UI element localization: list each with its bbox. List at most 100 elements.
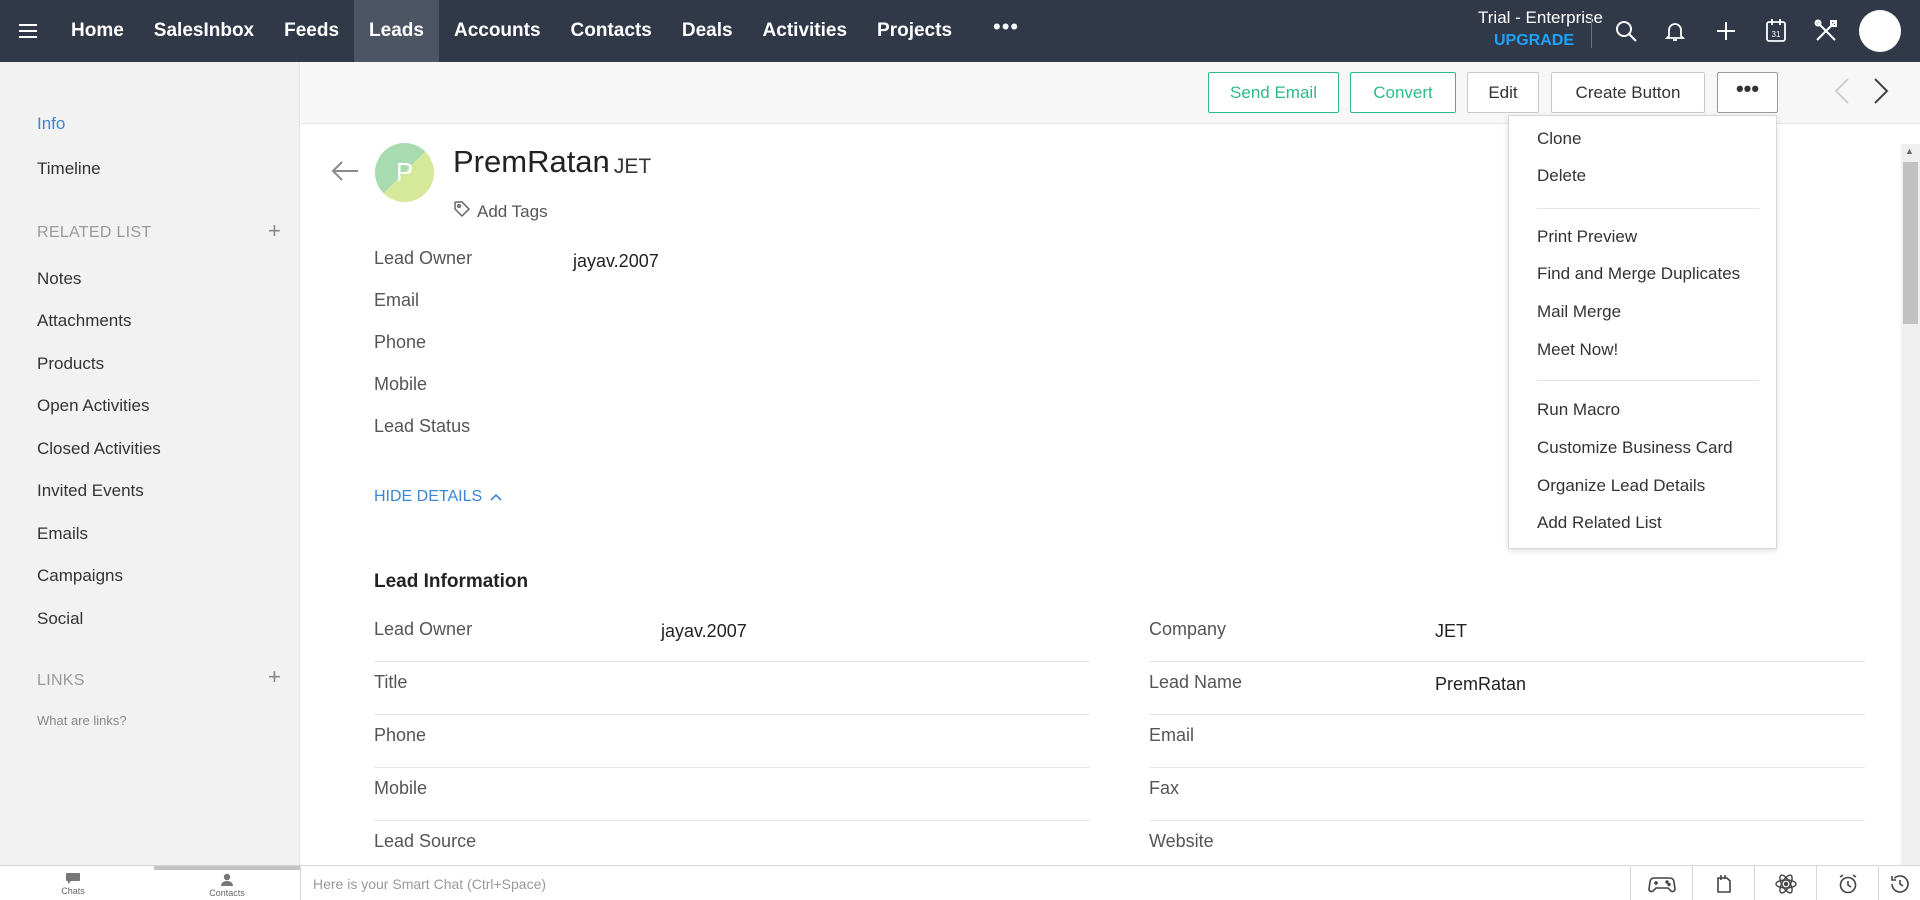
menu-item-clone[interactable]: Clone (1537, 129, 1581, 149)
menu-item-print-preview[interactable]: Print Preview (1537, 227, 1637, 247)
field-label: Website (1149, 831, 1214, 851)
summary-label-lead-owner: Lead Owner (374, 248, 473, 268)
contacts-tab[interactable]: Contacts (154, 866, 300, 900)
field-row-mobile: Mobile (374, 768, 1090, 821)
nav-item-leads[interactable]: Leads (354, 0, 439, 62)
add-link-icon[interactable]: + (268, 666, 281, 688)
sidebar-item-open-activities[interactable]: Open Activities (37, 396, 149, 416)
user-avatar[interactable] (1859, 10, 1901, 52)
field-label: Company (1149, 619, 1227, 639)
atom-icon[interactable] (1754, 866, 1816, 900)
calendar-icon[interactable]: 31 (1758, 13, 1794, 49)
field-value[interactable]: jayav.2007 (661, 621, 747, 642)
trial-info: Trial - Enterprise UPGRADE (1478, 8, 1604, 50)
sidebar-item-emails[interactable]: Emails (37, 524, 88, 544)
nav-item-home[interactable]: Home (56, 0, 139, 62)
more-actions-menu: Clone Delete Print Preview Find and Merg… (1508, 115, 1777, 549)
sidebar-item-campaigns[interactable]: Campaigns (37, 566, 123, 586)
menu-item-delete[interactable]: Delete (1537, 166, 1586, 186)
chat-bubble-icon (65, 872, 81, 886)
field-value[interactable]: PremRatan (1435, 674, 1526, 695)
lead-information-title: Lead Information (374, 571, 529, 592)
nav-item-activities[interactable]: Activities (748, 0, 862, 62)
chats-tab-label: Chats (61, 885, 85, 896)
bell-icon[interactable] (1657, 13, 1693, 49)
nav-item-feeds[interactable]: Feeds (269, 0, 354, 62)
back-arrow-icon[interactable] (331, 156, 359, 190)
field-label: Lead Owner (374, 619, 473, 639)
field-label: Fax (1149, 778, 1180, 798)
send-email-button[interactable]: Send Email (1208, 72, 1339, 113)
nav-item-projects[interactable]: Projects (862, 0, 967, 62)
tag-icon (453, 200, 471, 223)
alarm-clock-icon[interactable] (1816, 866, 1878, 900)
menu-item-run-macro[interactable]: Run Macro (1537, 400, 1620, 420)
convert-button[interactable]: Convert (1350, 72, 1456, 113)
nav-item-deals[interactable]: Deals (667, 0, 748, 62)
trial-label: Trial - Enterprise (1478, 8, 1604, 27)
field-label: Email (1149, 725, 1195, 745)
lead-name: PremRatan (453, 144, 610, 179)
summary-label-mobile: Mobile (374, 374, 428, 394)
search-icon[interactable] (1608, 13, 1644, 49)
hamburger-menu-icon[interactable] (0, 0, 56, 62)
field-value[interactable]: JET (1435, 621, 1467, 642)
menu-item-mail-merge[interactable]: Mail Merge (1537, 302, 1621, 322)
sidebar-item-invited-events[interactable]: Invited Events (37, 481, 144, 501)
sidebar-item-notes[interactable]: Notes (37, 269, 81, 289)
menu-item-add-related-list[interactable]: Add Related List (1537, 513, 1662, 533)
related-list-heading: RELATED LIST (37, 224, 152, 241)
scroll-up-arrow-icon[interactable]: ▲ (1905, 146, 1914, 156)
menu-item-find-merge-duplicates[interactable]: Find and Merge Duplicates (1537, 264, 1740, 284)
add-tags-button[interactable]: Add Tags (453, 200, 548, 223)
sidebar-item-timeline[interactable]: Timeline (37, 159, 101, 179)
nav-more-button[interactable]: ••• (967, 0, 1045, 62)
plus-icon[interactable] (1708, 13, 1744, 49)
svg-text:31: 31 (1772, 30, 1781, 39)
hide-details-toggle[interactable]: HIDE DETAILS (374, 488, 502, 506)
person-icon (220, 873, 234, 888)
sidebar-item-products[interactable]: Products (37, 354, 104, 374)
chevron-up-icon (490, 488, 502, 506)
menu-divider (1537, 380, 1759, 381)
history-icon[interactable] (1878, 866, 1920, 900)
next-record-icon[interactable] (1873, 77, 1889, 111)
sidebar-item-social[interactable]: Social (37, 609, 83, 629)
menu-item-customize-business-card[interactable]: Customize Business Card (1537, 438, 1733, 458)
field-row-email: Email (1149, 715, 1865, 768)
menu-item-organize-lead-details[interactable]: Organize Lead Details (1537, 476, 1705, 496)
more-actions-button[interactable]: ••• (1717, 72, 1778, 113)
summary-label-lead-status: Lead Status (374, 416, 471, 436)
tools-icon[interactable] (1808, 13, 1844, 49)
sidebar-item-info[interactable]: Info (37, 114, 65, 134)
what-are-links-link[interactable]: What are links? (37, 713, 127, 728)
summary-value-lead-owner[interactable]: jayav.2007 (573, 251, 659, 272)
nav-item-accounts[interactable]: Accounts (439, 0, 556, 62)
chats-tab[interactable]: Chats (0, 866, 146, 900)
field-row-fax: Fax (1149, 768, 1865, 821)
upgrade-link[interactable]: UPGRADE (1478, 32, 1574, 50)
notes-icon[interactable] (1692, 866, 1754, 900)
summary-label-email: Email (374, 290, 420, 310)
nav-item-contacts[interactable]: Contacts (556, 0, 667, 62)
nav-item-salesinbox[interactable]: SalesInbox (139, 0, 269, 62)
scrollbar-thumb[interactable] (1903, 162, 1918, 324)
edit-button[interactable]: Edit (1467, 72, 1539, 113)
previous-record-icon[interactable] (1834, 77, 1850, 111)
sidebar-item-attachments[interactable]: Attachments (37, 311, 132, 331)
create-button[interactable]: Create Button (1551, 72, 1705, 113)
hide-details-label: HIDE DETAILS (374, 488, 483, 505)
sidebar: Info Timeline RELATED LIST + Notes Attac… (0, 62, 300, 865)
contacts-tab-label: Contacts (209, 888, 245, 898)
menu-divider (1537, 208, 1759, 209)
field-label: Lead Source (374, 831, 477, 851)
field-row-phone: Phone (374, 715, 1090, 768)
gamepad-icon[interactable] (1630, 866, 1692, 900)
smart-chat-input[interactable]: Here is your Smart Chat (Ctrl+Space) (300, 866, 1630, 900)
sidebar-item-closed-activities[interactable]: Closed Activities (37, 439, 161, 459)
top-navigation-bar: Home SalesInbox Feeds Leads Accounts Con… (0, 0, 1920, 62)
menu-item-meet-now[interactable]: Meet Now! (1537, 340, 1618, 360)
field-label: Title (374, 672, 408, 692)
field-label: Mobile (374, 778, 428, 798)
add-related-list-icon[interactable]: + (268, 220, 281, 242)
